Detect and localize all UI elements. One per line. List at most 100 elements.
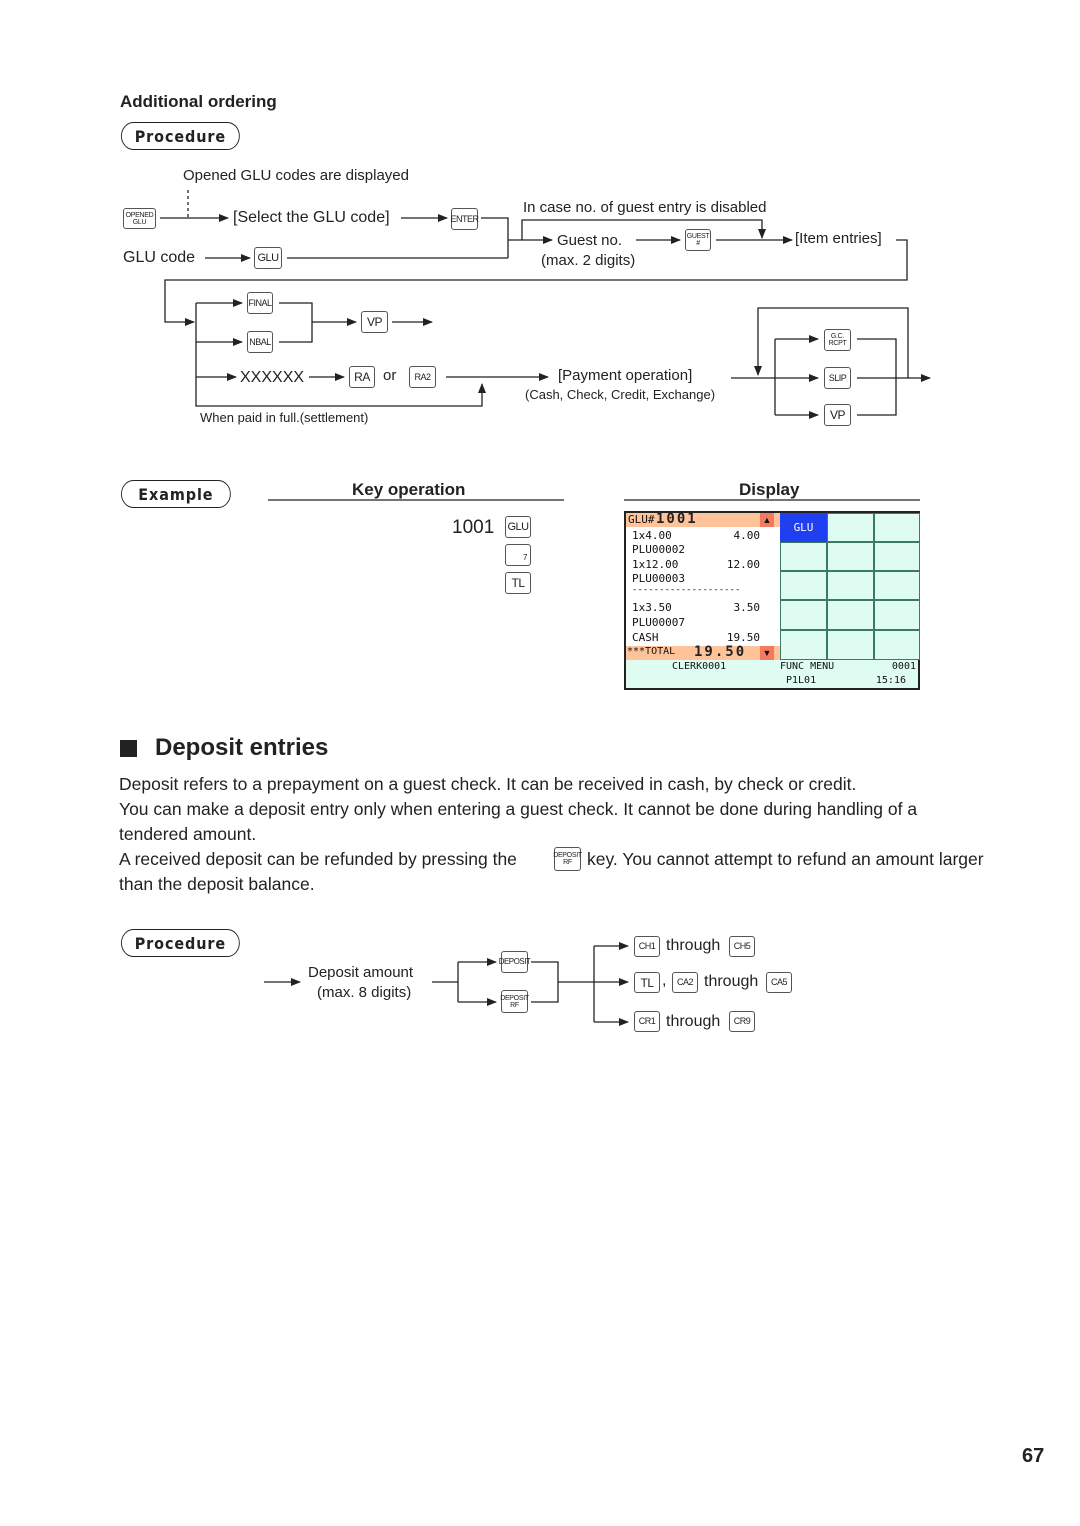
example-badge-label: Example — [138, 484, 214, 504]
key-label-line2: GLU — [132, 218, 147, 226]
line-left: PLU00003 — [632, 572, 685, 585]
guest-no-max: (max. 2 digits) — [541, 252, 636, 269]
glu-function-button[interactable]: GLU — [780, 513, 827, 542]
display-line: PLU00002 — [632, 543, 768, 557]
footer-time: 15:16 — [875, 675, 906, 686]
line-right: 19.50 — [726, 631, 760, 644]
deposit-paragraph-2a: You can make a deposit entry only when e… — [119, 799, 918, 819]
function-key-empty[interactable] — [874, 630, 920, 660]
function-key-empty[interactable] — [874, 600, 920, 630]
key-label-line2: # — [696, 240, 700, 247]
display-line: PLU00007 — [632, 616, 768, 630]
key-tl: TL — [634, 972, 660, 993]
deposit-paragraph-3b: than the deposit balance. — [119, 874, 315, 894]
line-left: 1x3.50 — [632, 601, 672, 614]
key-deposit-rf-inline: DEPOSIT RF — [553, 847, 582, 871]
display-title-number: 1001 — [656, 511, 698, 527]
key-label-line2: RF — [563, 859, 572, 866]
function-key-empty[interactable] — [780, 630, 827, 660]
line-left: PLU00002 — [632, 543, 685, 556]
procedure-badge-label: Procedure — [134, 126, 227, 146]
line-left: PLU00007 — [632, 616, 685, 629]
line-right: 12.00 — [726, 558, 760, 571]
display-header: Display — [739, 480, 800, 499]
display-total-bar: ***TOTAL 19.50 ▼ — [626, 644, 780, 660]
total-label: ***TOTAL — [627, 646, 676, 657]
key-cr9: CR9 — [729, 1011, 755, 1032]
deposit-amount-label: Deposit amount — [308, 964, 414, 981]
key-guest: GUEST # — [685, 229, 711, 251]
key-label-line2: RF — [510, 1001, 519, 1009]
key-op-7: 7 — [505, 544, 531, 566]
footer-page: P1L01 — [786, 675, 817, 686]
procedure-badge: Procedure — [121, 122, 240, 150]
display-line: 1x12.00 12.00 — [632, 558, 768, 572]
function-key-empty[interactable] — [780, 571, 827, 600]
key-label-line1: DEPOSIT — [500, 994, 529, 1002]
function-key-empty[interactable] — [874, 513, 920, 542]
comma-text: , — [662, 972, 667, 989]
function-key-empty[interactable] — [827, 630, 874, 660]
display-line: -------------------- — [632, 585, 768, 599]
deposit-amount-max: (max. 8 digits) — [317, 984, 412, 1001]
key-label-line1: DEPOSIT — [553, 852, 582, 859]
through-text-3: through — [666, 1013, 721, 1030]
scroll-up-icon[interactable]: ▲ — [760, 513, 774, 527]
display-line: PLU00003 — [632, 572, 768, 586]
function-key-empty[interactable] — [827, 542, 874, 571]
line-right: 4.00 — [733, 529, 761, 542]
line-left: CASH — [632, 631, 659, 644]
payment-types-text: (Cash, Check, Credit, Exchange) — [525, 387, 716, 402]
key-deposit-rf: DEPOSIT RF — [500, 990, 529, 1013]
key-enter: ENTER — [451, 208, 479, 230]
key-ch1: CH1 — [634, 936, 660, 957]
function-key-empty[interactable] — [827, 513, 874, 542]
function-key-empty[interactable] — [780, 600, 827, 630]
display-line: 1x3.50 3.50 — [632, 601, 768, 615]
line-separator: -------------------- — [632, 585, 741, 595]
key-label-line1: G.C. — [830, 333, 845, 340]
key-op-value: 1001 — [452, 517, 495, 538]
paid-in-full-note: When paid in full.(settlement) — [200, 410, 369, 425]
function-key-empty[interactable] — [827, 571, 874, 600]
pos-display-screen: GLU# 1001 ▲ 1x4.00 4.00 PLU00002 1x12.00 1… — [624, 511, 920, 690]
payment-operation-text: [Payment operation] — [558, 367, 693, 384]
key-deposit: DEPOSIT — [499, 951, 531, 973]
procedure-badge-label: Procedure — [134, 933, 227, 953]
deposit-procedure-badge: Procedure — [121, 929, 240, 957]
footer-menu: FUNC MENU — [780, 661, 835, 672]
page-number: 67 — [1022, 1445, 1045, 1467]
key-nbal: NBAL — [247, 331, 273, 353]
item-entries-text: [Item entries] — [795, 230, 882, 247]
deposit-paragraph-1: Deposit refers to a prepayment on a gues… — [119, 774, 857, 794]
guest-disabled-note: In case no. of guest entry is disabled — [523, 199, 767, 216]
footer-code: 0001 — [891, 661, 916, 672]
function-key-empty[interactable] — [874, 542, 920, 571]
function-key-empty[interactable] — [874, 571, 920, 600]
example-badge: Example — [121, 480, 231, 508]
display-title-prefix: GLU# — [628, 513, 655, 526]
key-vp: VP — [361, 311, 388, 333]
scroll-down-icon[interactable]: ▼ — [760, 646, 774, 660]
deposit-paragraph-3a-pre: A received deposit can be refunded by pr… — [119, 849, 517, 869]
display-line: 1x4.00 4.00 — [632, 529, 768, 543]
section-heading-additional-ordering: Additional ordering — [120, 92, 277, 111]
section-heading-deposit-entries: Deposit entries — [155, 734, 329, 761]
key-opened-glu: OPENED GLU — [123, 208, 156, 229]
footer-clerk: CLERK0001 — [672, 661, 727, 672]
deposit-paragraph-3a-post: key. You cannot attempt to refund an amo… — [587, 849, 984, 869]
function-key-empty[interactable] — [780, 542, 827, 571]
key-label-line1: OPENED — [125, 211, 154, 219]
line-right: 3.50 — [733, 601, 761, 614]
key-cr1: CR1 — [634, 1011, 660, 1032]
key-op-tl: TL — [505, 572, 531, 594]
key-label-line2: RCPT — [828, 340, 847, 347]
function-key-empty[interactable] — [827, 600, 874, 630]
key-vp-2: VP — [824, 404, 851, 426]
key-operation-header: Key operation — [352, 480, 466, 499]
key-ra2: RA2 — [409, 366, 436, 388]
guest-no-label: Guest no. — [557, 232, 623, 249]
key-label-line1: GUEST — [686, 233, 710, 240]
deposit-paragraph-2b: tendered amount. — [119, 824, 257, 844]
through-text-1: through — [666, 937, 721, 954]
